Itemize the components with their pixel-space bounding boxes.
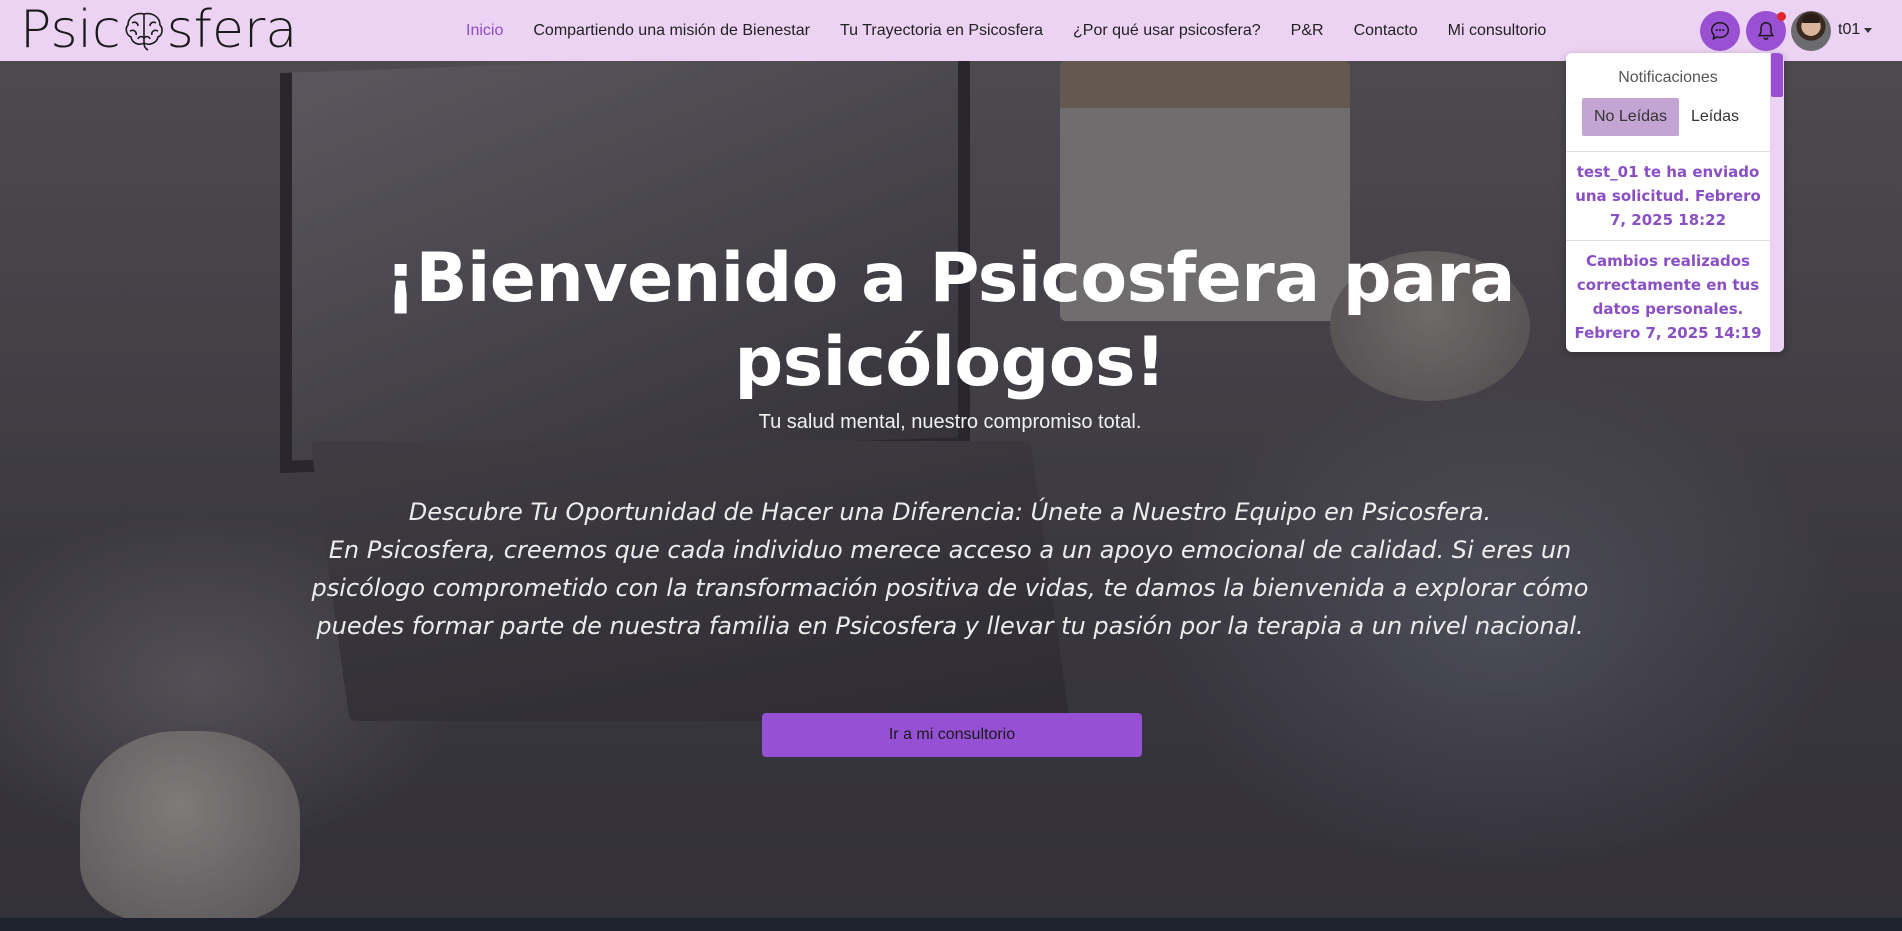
bell-icon (1757, 22, 1775, 40)
brain-icon (125, 12, 163, 51)
avatar[interactable] (1791, 11, 1831, 51)
notifications-scrollbar[interactable] (1770, 53, 1784, 352)
chat-button[interactable] (1700, 11, 1740, 51)
hero-desc-body: En Psicosfera, creemos que cada individu… (311, 536, 1589, 640)
os-taskbar (0, 918, 1902, 931)
nav-link-contacto[interactable]: Contacto (1354, 22, 1418, 40)
notifications-dropdown: Notificaciones No Leídas Leídas test_01 … (1566, 53, 1784, 352)
nav-link-mi-consultorio[interactable]: Mi consultorio (1448, 22, 1547, 40)
top-navbar: Psic sfera Inicio Compartiendo una misió… (0, 0, 1902, 61)
notifications-title: Notificaciones (1618, 69, 1718, 86)
notifications-tabs: No Leídas Leídas (1582, 98, 1751, 136)
nav-link-por-que[interactable]: ¿Por qué usar psicosfera? (1073, 22, 1261, 40)
divider (1566, 240, 1770, 241)
user-menu-toggle[interactable]: t01 (1838, 21, 1873, 39)
main-nav: Inicio Compartiendo una misión de Bienes… (466, 0, 1546, 61)
notification-badge (1777, 12, 1786, 21)
tab-read[interactable]: Leídas (1679, 98, 1751, 136)
logo-text-right: sfera (166, 0, 298, 60)
hero-title: ¡Bienvenido a Psicosfera para psicólogos… (385, 239, 1515, 402)
hero-subtitle: Tu salud mental, nuestro compromiso tota… (758, 411, 1142, 433)
brand-logo[interactable]: Psic sfera (20, 0, 298, 60)
nav-link-inicio[interactable]: Inicio (466, 22, 503, 40)
hero-desc-lead: Descubre Tu Oportunidad de Hacer una Dif… (408, 498, 1492, 526)
tab-unread[interactable]: No Leídas (1582, 98, 1679, 136)
notifications-content: Notificaciones No Leídas Leídas test_01 … (1566, 53, 1770, 352)
user-name: t01 (1838, 21, 1861, 38)
scrollbar-thumb[interactable] (1771, 53, 1783, 97)
logo-text-left: Psic (20, 0, 121, 60)
nav-link-mision[interactable]: Compartiendo una misión de Bienestar (533, 22, 810, 40)
notifications-button[interactable] (1746, 11, 1786, 51)
go-to-office-button[interactable]: Ir a mi consultorio (762, 713, 1142, 757)
chat-icon (1711, 22, 1729, 41)
hero-description: Descubre Tu Oportunidad de Hacer una Dif… (280, 493, 1620, 645)
nav-link-trayectoria[interactable]: Tu Trayectoria en Psicosfera (840, 22, 1043, 40)
notification-item[interactable]: test_01 te ha enviado una solicitud. Feb… (1566, 160, 1770, 232)
notification-item[interactable]: Cambios realizados correctamente en tus … (1566, 249, 1770, 345)
divider (1566, 151, 1770, 152)
caret-down-icon (1864, 27, 1873, 33)
nav-link-pyr[interactable]: P&R (1291, 22, 1324, 40)
